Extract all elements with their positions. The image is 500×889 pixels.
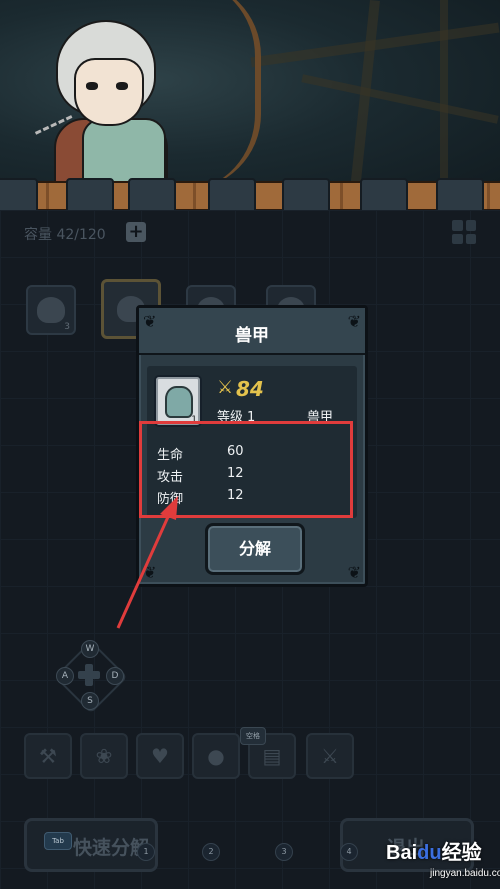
hero-eye [86,82,98,90]
wall-merlon [0,178,38,214]
bow-icon [185,0,261,190]
page-indicator[interactable]: 2 [202,843,220,861]
armor-icon [165,386,193,418]
key-d[interactable]: D [106,667,124,685]
hero-eye [116,82,128,90]
inventory-slot[interactable]: 3 [26,285,76,335]
heart-icon[interactable]: ♥ [136,733,184,779]
page-indicator[interactable]: 4 [340,843,358,861]
grid-layout-icon[interactable] [452,220,476,244]
wall-merlon [436,178,484,214]
item-power: 84 [236,377,264,401]
helmet-icon [37,297,65,323]
paw-icon[interactable]: ❀ [80,733,128,779]
ornament-icon: ❦ [143,563,157,582]
key-a[interactable]: A [56,667,74,685]
space-key-badge: 空格 [240,727,266,745]
plus-icon[interactable]: + [126,222,146,242]
tab-key-badge: Tab [44,832,72,850]
potion-icon[interactable]: ● [192,733,240,779]
wall-merlon [66,178,114,214]
wall-merlon [360,178,408,214]
sword-icon: ⚔ [217,377,234,398]
watermark-url: jingyan.baidu.com [430,868,500,879]
sword-icon[interactable]: ⚔ [306,733,354,779]
wall-merlon [208,178,256,214]
watermark-brand: Baidu经验 [386,842,482,864]
wall-merlon [128,178,176,214]
page-indicator[interactable]: 3 [275,843,293,861]
dpad-control[interactable]: W A D S [52,638,128,714]
wood-beam [301,74,499,124]
armor-item-icon: 1 [154,375,202,427]
ornament-icon: ❦ [347,563,361,582]
baidu-watermark: Baidu经验 jingyan.baidu.com [378,832,500,889]
key-w[interactable]: W [81,640,99,658]
hero-character [34,14,190,200]
wall-merlon [282,178,330,214]
hero-face [74,58,144,126]
game-scene [0,0,500,200]
dialog-title: 兽甲 [235,326,269,346]
page-indicator[interactable]: 1 [137,843,155,861]
dialog-header: ❦ ❦ 兽甲 [139,308,365,355]
key-s[interactable]: S [81,692,99,710]
decompose-button[interactable]: 分解 [205,523,305,575]
stats-highlight-box [139,421,353,518]
hammer-sword-icon[interactable]: ⚒ [24,733,72,779]
wood-beam [440,0,448,190]
capacity-label: 容量 42/120 [24,227,106,243]
